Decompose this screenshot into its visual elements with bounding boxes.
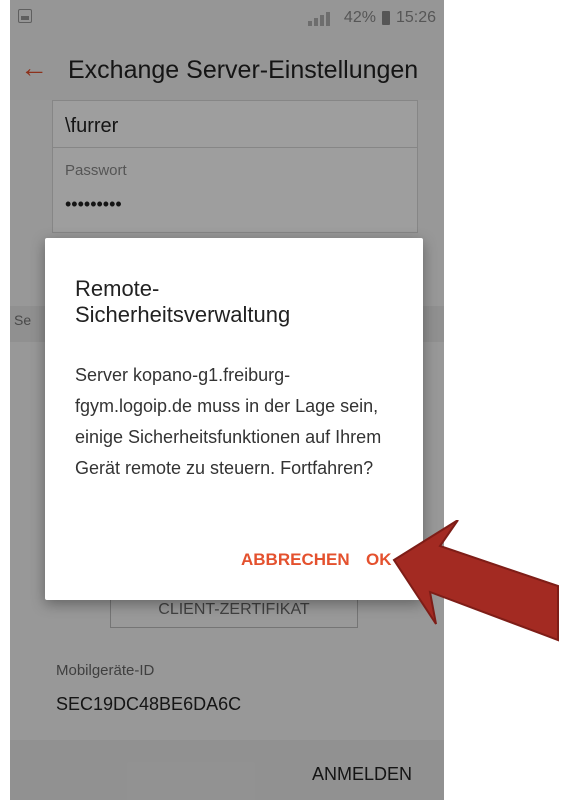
- phone-screen: 42% 15:26 ← Exchange Server-Einstellunge…: [10, 0, 444, 800]
- remote-security-dialog: Remote- Sicherheitsverwaltung Server kopa…: [45, 238, 423, 600]
- cancel-button[interactable]: ABBRECHEN: [241, 550, 350, 570]
- dialog-message: Server kopano-g1.freiburg-fgym.logoip.de…: [75, 365, 382, 478]
- annotation-arrow-icon: [392, 520, 559, 642]
- dialog-title: Remote- Sicherheitsverwaltung: [75, 276, 291, 327]
- ok-button[interactable]: OK: [366, 550, 392, 570]
